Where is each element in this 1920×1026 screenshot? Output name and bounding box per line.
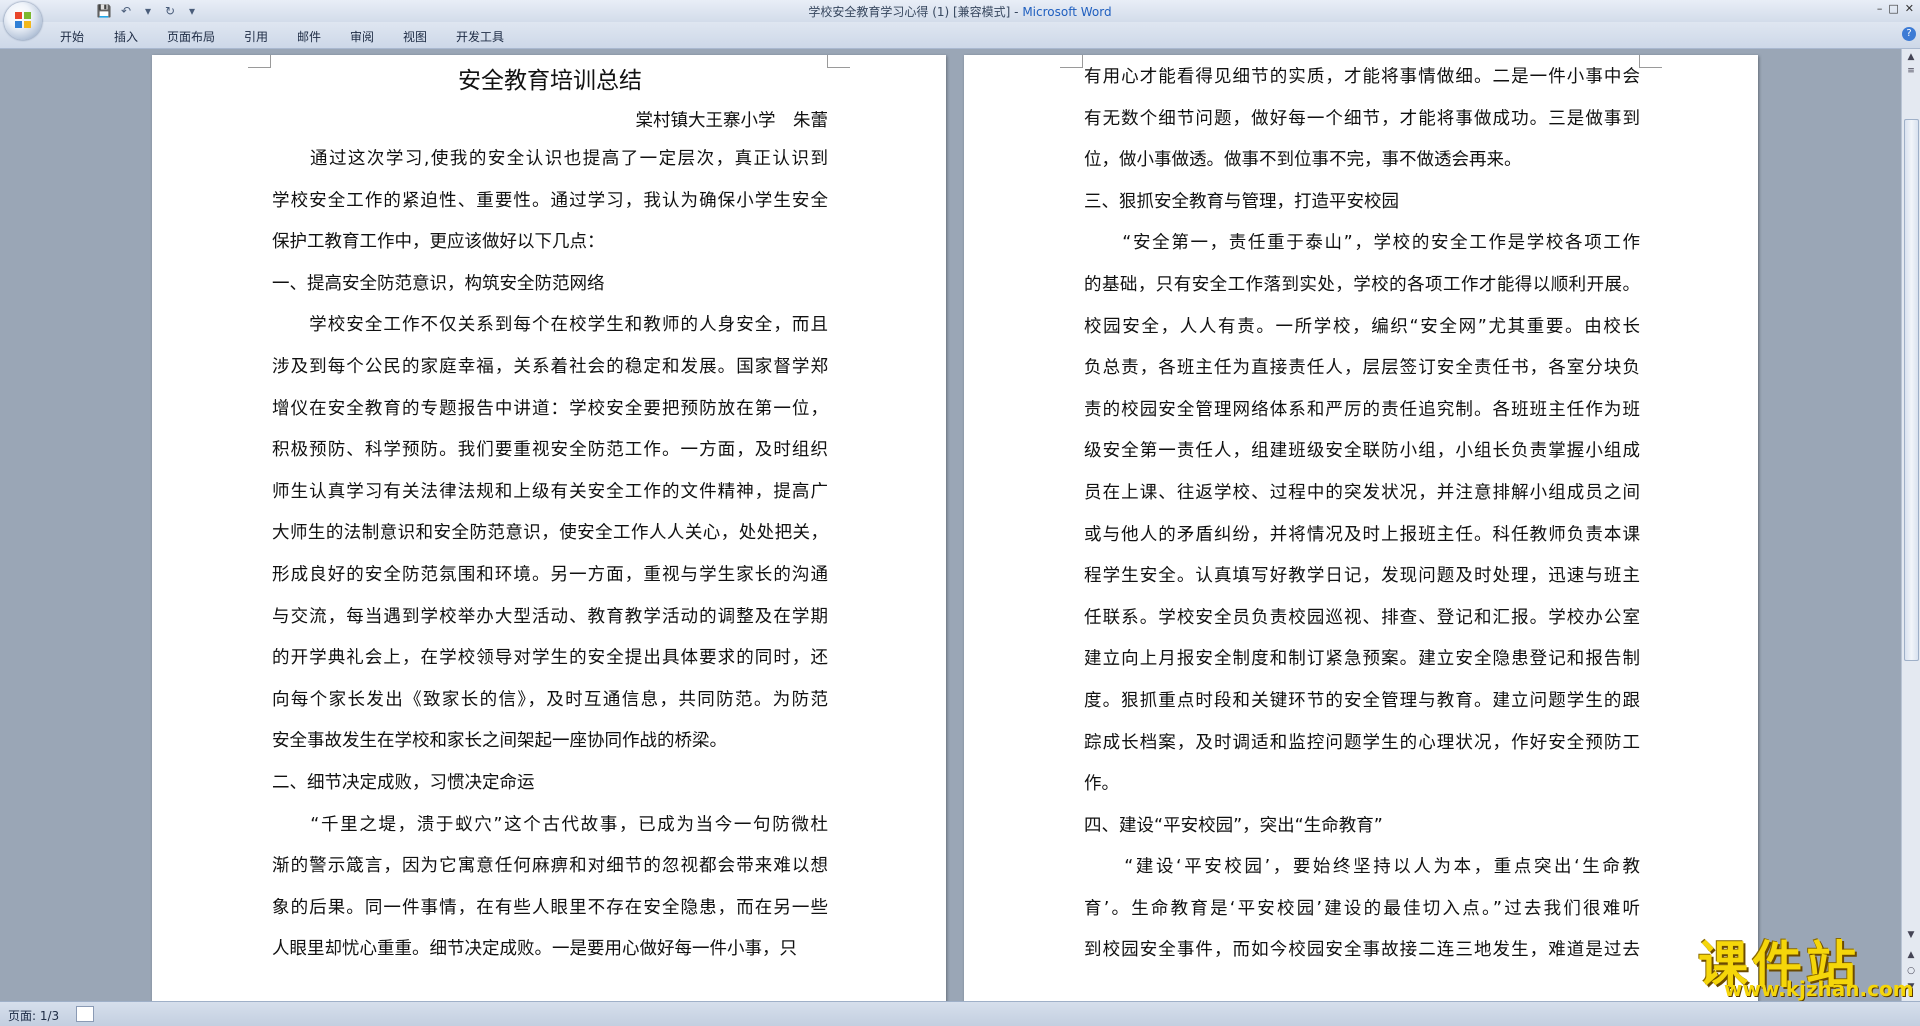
site-watermark: 课件站 www.kjzhan.com xyxy=(1690,925,1914,1001)
text-line: 人眼里却忧心重重。细节决定成败。一是要用心做好每一件小事，只 xyxy=(272,939,797,960)
text-line: 负总责，各班主任为直接责任人，层层签订安全责任书，各室分块负 xyxy=(1084,358,1640,379)
tab-developer[interactable]: 开发工具 xyxy=(456,28,504,45)
status-page-number[interactable]: 页面: 1/3 xyxy=(8,1007,59,1024)
text-line: 一、提高安全防范意识，构筑安全防范网络 xyxy=(272,273,605,294)
page-2[interactable]: 有用心才能看得见细节的实质，才能将事情做细。二是一件小事中会 有无数个细节问题，做… xyxy=(964,55,1758,1001)
text-line: 的开学典礼会上，在学校领导对学生的安全提出具体要求的同时，还 xyxy=(272,648,828,669)
text-line: 积极预防、科学预防。我们要重视安全防范工作。一方面，及时组织 xyxy=(272,440,828,461)
restore-icon[interactable]: □ xyxy=(1888,2,1898,15)
status-bar: 页面: 1/3 xyxy=(0,1001,1920,1026)
text-line: 向每个家长发出《致家长的信》，及时互通信息，共同防范。为防范 xyxy=(272,689,828,710)
previous-page-icon[interactable]: ▲ xyxy=(1905,949,1917,961)
margin-corner-mark xyxy=(248,55,271,68)
window-title-app: Microsoft Word xyxy=(1022,5,1112,19)
text-line: 安全事故发生在学校和家长之间架起一座协同作战的桥梁。 xyxy=(272,731,727,752)
text-line: 建立向上月报安全制度和制订紧急预案。建立安全隐患登记和报告制 xyxy=(1084,649,1640,670)
ribbon-tabs: 开始 插入 页面布局 引用 邮件 审阅 视图 开发工具 ? xyxy=(0,22,1920,49)
close-icon[interactable]: ✕ xyxy=(1905,2,1914,15)
page-2-text: 有用心才能看得见细节的实质，才能将事情做细。二是一件小事中会 有无数个细节问题，做… xyxy=(1084,57,1640,972)
text-line: 校园安全，人人有责。一所学校，编织“安全网”尤其重要。由校长 xyxy=(1084,316,1640,337)
text-line: 增仪在安全教育的专题报告中讲道：学校安全要把预防放在第一位， xyxy=(272,398,828,419)
vertical-scrollbar[interactable]: ▲ ≡ ▼ ▲ ○ ▼ xyxy=(1901,49,1920,1001)
text-line: 大师生的法制意识和安全防范意识，使安全工作人人关心，处处把关， xyxy=(272,523,828,544)
tab-mailings[interactable]: 邮件 xyxy=(297,28,321,45)
text-line: 形成良好的安全防范氛围和环境。另一方面，重视与学生家长的沟通 xyxy=(272,564,828,585)
text-line: 度。狠抓重点时段和关键环节的安全管理与教育。建立问题学生的跟 xyxy=(1084,690,1640,711)
title-bar: 💾 ↶ ▾ ↻ ▾ 学校安全教育学习心得 (1) [兼容模式] - Micros… xyxy=(0,0,1920,22)
text-line: 渐的警示箴言，因为它寓意任何麻痹和对细节的忽视都会带来难以想 xyxy=(272,856,828,877)
page-1[interactable]: 安全教育培训总结 棠村镇大王寨小学 朱蕾 通过这次学习,使我的安全认识也提高了一… xyxy=(152,55,946,1001)
text-line: 师生认真学习有关法律法规和上级有关安全工作的文件精神，提高广 xyxy=(272,481,828,502)
tab-page-layout[interactable]: 页面布局 xyxy=(167,28,215,45)
scroll-up-icon[interactable]: ▲ xyxy=(1905,51,1917,63)
text-line: 位，做小事做透。做事不到位事不完，事不做透会再来。 xyxy=(1084,150,1522,171)
select-browse-object-icon[interactable]: ○ xyxy=(1905,965,1917,977)
text-line: 象的后果。同一件事情，在有些人眼里不存在安全隐患，而在另一些 xyxy=(272,897,828,918)
text-line: 通过这次学习,使我的安全认识也提高了一定层次，真正认识到 xyxy=(272,149,828,169)
margin-corner-mark xyxy=(1060,55,1083,68)
page-1-paragraphs: 通过这次学习,使我的安全认识也提高了一定层次，真正认识到 学校安全工作的紧迫性、重… xyxy=(272,139,828,971)
help-icon[interactable]: ? xyxy=(1902,27,1916,41)
text-line: 育’。生命教育是‘平安校园’建设的最佳切入点。”过去我们很难听 xyxy=(1084,898,1640,919)
text-line: 级安全第一责任人，组建班级安全联防小组，小组长负责掌握小组成 xyxy=(1084,441,1640,462)
document-workspace[interactable]: 安全教育培训总结 棠村镇大王寨小学 朱蕾 通过这次学习,使我的安全认识也提高了一… xyxy=(0,49,1902,1001)
watermark-url: www.kjzhan.com xyxy=(1724,977,1914,1001)
text-line: “建设‘平安校园’，要始终坚持以人为本，重点突出‘生命教 xyxy=(1084,857,1640,878)
window-title: 学校安全教育学习心得 (1) [兼容模式] - Microsoft Word xyxy=(0,3,1920,20)
text-line: 踪成长档案，及时调适和监控问题学生的心理状况，作好安全预防工 xyxy=(1084,732,1640,753)
text-line: 四、建设“平安校园”，突出“生命教育” xyxy=(1084,815,1383,836)
text-line: 保护工教育工作中，更应该做好以下几点： xyxy=(272,232,605,253)
tab-view[interactable]: 视图 xyxy=(403,28,427,45)
text-line: 或与他人的矛盾纠纷，并将情况及时上报班主任。科任教师负责本课 xyxy=(1084,524,1640,545)
tab-references[interactable]: 引用 xyxy=(244,28,268,45)
text-line: 学校安全工作的紧迫性、重要性。通过学习，我认为确保小学生安全 xyxy=(272,190,828,211)
margin-corner-mark xyxy=(1639,55,1662,68)
text-line: 三、狠抓安全教育与管理，打造平安校园 xyxy=(1084,191,1399,212)
proofing-icon[interactable] xyxy=(76,1006,94,1022)
window-controls: – □ ✕ xyxy=(1877,2,1914,15)
scrollbar-thumb[interactable] xyxy=(1904,119,1919,661)
text-line: 与交流，每当遇到学校举办大型活动、教育教学活动的调整及在学期 xyxy=(272,606,828,627)
text-line: 有用心才能看得见细节的实质，才能将事情做细。二是一件小事中会 xyxy=(1084,67,1640,87)
text-line: 到校园安全事件，而如今校园安全事故接二连三地发生，难道是过去 xyxy=(1084,940,1640,961)
office-logo-icon xyxy=(15,12,31,28)
tab-review[interactable]: 审阅 xyxy=(350,28,374,45)
text-line: 二、细节决定成败，习惯决定命运 xyxy=(272,772,535,793)
text-line: 责的校园安全管理网络体系和严厉的责任追究制。各班班主任作为班 xyxy=(1084,399,1640,420)
text-line: 作。 xyxy=(1084,774,1119,795)
tab-home[interactable]: 开始 xyxy=(60,28,84,45)
margin-corner-mark xyxy=(827,55,850,68)
text-line: 有无数个细节问题，做好每一个细节，才能将事做成功。三是做事到 xyxy=(1084,108,1640,129)
text-line: 学校安全工作不仅关系到每个在校学生和教师的人身安全，而且 xyxy=(272,315,828,336)
minimize-icon[interactable]: – xyxy=(1877,2,1883,15)
text-line: 的基础，只有安全工作落到实处，学校的各项工作才能得以顺利开展。 xyxy=(1084,274,1640,295)
document-title: 安全教育培训总结 xyxy=(458,68,642,94)
page-2-paragraphs: 有用心才能看得见细节的实质，才能将事情做细。二是一件小事中会 有无数个细节问题，做… xyxy=(1084,57,1640,972)
window-title-doc: 学校安全教育学习心得 (1) [兼容模式] - xyxy=(808,5,1023,19)
tab-insert[interactable]: 插入 xyxy=(114,28,138,45)
page-1-text: 安全教育培训总结 棠村镇大王寨小学 朱蕾 通过这次学习,使我的安全认识也提高了一… xyxy=(272,55,828,971)
text-line: 员在上课、往返学校、过程中的突发状况，并注意排解小组成员之间 xyxy=(1084,482,1640,503)
text-line: 程学生安全。认真填写好教学日记，发现问题及时处理，迅速与班主 xyxy=(1084,566,1640,587)
ruler-toggle-icon[interactable]: ≡ xyxy=(1905,65,1917,77)
office-button[interactable] xyxy=(4,2,42,40)
text-line: “安全第一，责任重于泰山”，学校的安全工作是学校各项工作 xyxy=(1084,233,1640,254)
text-line: 涉及到每个公民的家庭幸福，关系着社会的稳定和发展。国家督学郑 xyxy=(272,356,828,377)
document-author: 棠村镇大王寨小学 朱蕾 xyxy=(635,111,829,131)
text-line: 任联系。学校安全员负责校园巡视、排查、登记和汇报。学校办公室 xyxy=(1084,607,1640,628)
text-line: “千里之堤，溃于蚁穴”这个古代故事，已成为当今一句防微杜 xyxy=(272,814,828,835)
scroll-down-icon[interactable]: ▼ xyxy=(1905,929,1917,941)
